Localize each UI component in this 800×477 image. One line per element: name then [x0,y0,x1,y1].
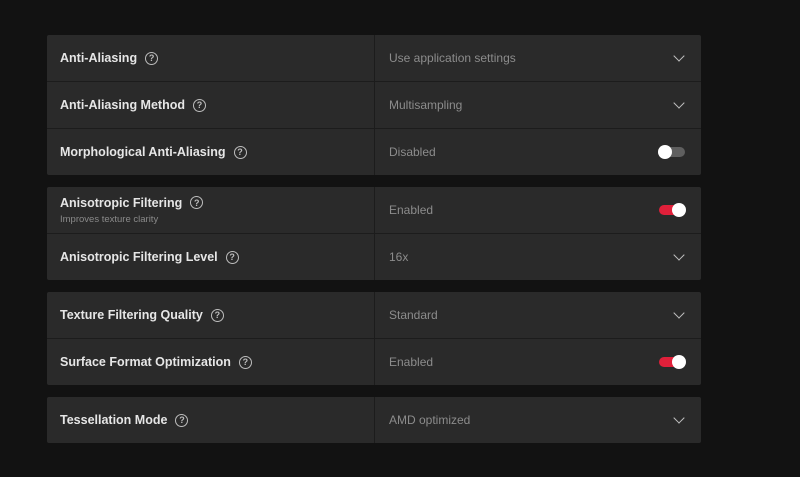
setting-row-anti-aliasing-method: Anti-Aliasing Method ? Multisampling [47,81,701,128]
settings-group-antialiasing: Anti-Aliasing ? Use application settings… [47,35,701,175]
help-icon[interactable]: ? [238,355,252,369]
morphological-anti-aliasing-toggle[interactable] [658,145,685,159]
setting-value: Standard [389,308,438,322]
chevron-down-icon [673,50,685,62]
anti-aliasing-dropdown[interactable]: Use application settings [374,35,701,81]
setting-value: Use application settings [389,51,516,65]
setting-value: Enabled [389,203,434,217]
texture-filtering-quality-dropdown[interactable]: Standard [374,292,701,338]
settings-group-tessellation: Tessellation Mode ? AMD optimized [47,397,701,443]
setting-value: Multisampling [389,98,463,112]
toggle-knob [658,145,672,159]
setting-row-tessellation-mode: Tessellation Mode ? AMD optimized [47,397,701,443]
setting-label: Anti-Aliasing Method [60,98,185,112]
setting-label: Tessellation Mode [60,413,168,427]
help-icon[interactable]: ? [210,308,224,322]
setting-value: Enabled [389,355,434,369]
help-icon[interactable]: ? [190,196,204,209]
setting-value: AMD optimized [389,413,471,427]
help-icon[interactable]: ? [145,51,159,65]
chevron-down-icon [673,412,685,424]
setting-row-texture-filtering-quality: Texture Filtering Quality ? Standard [47,292,701,338]
setting-row-morphological-anti-aliasing: Morphological Anti-Aliasing ? Disabled [47,128,701,175]
settings-group-anisotropic: Anisotropic Filtering ? Improves texture… [47,187,701,280]
tessellation-mode-dropdown[interactable]: AMD optimized [374,397,701,443]
toggle-knob [672,203,686,217]
help-icon[interactable]: ? [233,145,247,159]
setting-label: Anisotropic Filtering [60,195,183,210]
chevron-down-icon [673,307,685,319]
help-icon[interactable]: ? [193,98,206,112]
setting-row-anti-aliasing: Anti-Aliasing ? Use application settings [47,35,701,81]
setting-label: Morphological Anti-Aliasing [60,145,226,159]
anisotropic-filtering-level-dropdown[interactable]: 16x [374,234,701,280]
setting-row-surface-format-optimization: Surface Format Optimization ? Enabled [47,338,701,385]
setting-label: Anti-Aliasing [60,51,138,65]
chevron-down-icon [673,249,685,261]
chevron-down-icon [673,97,685,109]
setting-row-anisotropic-filtering: Anisotropic Filtering ? Improves texture… [47,187,701,233]
setting-label: Texture Filtering Quality [60,308,203,322]
help-icon[interactable]: ? [175,413,189,427]
setting-value: 16x [389,250,409,264]
anisotropic-filtering-toggle[interactable] [659,203,686,217]
setting-row-anisotropic-filtering-level: Anisotropic Filtering Level ? 16x [47,233,701,280]
setting-value: Disabled [389,145,436,159]
surface-format-optimization-toggle[interactable] [659,355,686,369]
anti-aliasing-method-dropdown[interactable]: Multisampling [374,82,701,128]
settings-group-texture: Texture Filtering Quality ? Standard Sur… [47,292,701,385]
setting-label: Surface Format Optimization [60,355,231,369]
setting-sublabel: Improves texture clarity [60,213,159,225]
help-icon[interactable]: ? [225,250,239,264]
setting-label: Anisotropic Filtering Level [60,250,218,264]
toggle-knob [672,355,686,369]
